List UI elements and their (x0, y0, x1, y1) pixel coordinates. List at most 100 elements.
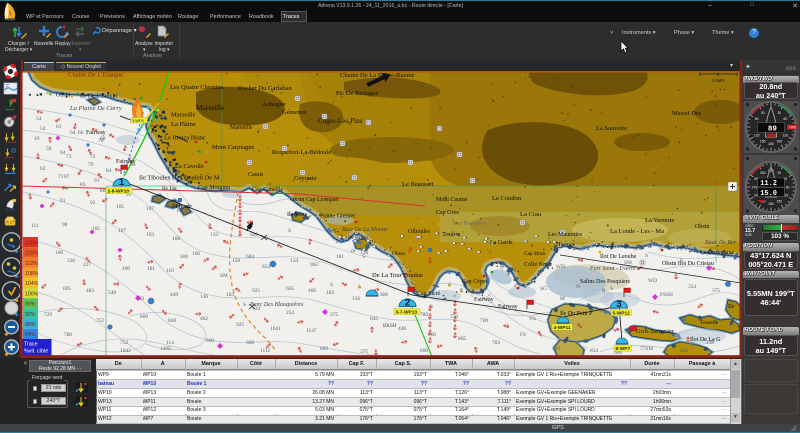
svg-text:608: 608 (246, 340, 254, 346)
svg-text:Obstn: Obstn (695, 224, 709, 230)
svg-text:Ile Verte: Ile Verte (287, 212, 308, 218)
svg-text:Le Rouca Blanc: Le Rouca Blanc (164, 135, 206, 142)
svg-text:91: 91 (94, 178, 100, 184)
svg-text:448: 448 (398, 326, 406, 332)
svg-text:2.5MN: 2.5MN (711, 78, 724, 83)
svg-text:925: 925 (236, 322, 244, 328)
svg-text:77SM: 77SM (640, 346, 653, 352)
svg-text:854: 854 (262, 264, 270, 270)
svg-text:Ilot De La G: Ilot De La G (690, 337, 721, 343)
svg-text:4-WP11: 4-WP11 (554, 325, 571, 331)
svg-text:84: 84 (106, 168, 112, 174)
svg-text:800: 800 (206, 338, 214, 344)
svg-text:54: 54 (40, 126, 46, 132)
svg-text:270: 270 (751, 185, 757, 189)
svg-text:Cassis: Cassis (248, 172, 264, 178)
svg-text:Obstn: Obstn (56, 93, 70, 99)
svg-text:925: 925 (252, 288, 260, 294)
svg-text:La Crau: La Crau (520, 211, 542, 218)
svg-text:Cap Sicié: Cap Sicié (417, 291, 440, 297)
svg-text:120: 120 (753, 134, 759, 138)
svg-text:107: 107 (146, 206, 154, 212)
svg-text:800: 800 (140, 314, 148, 320)
svg-text:49: 49 (34, 136, 40, 142)
svg-text:150: 150 (759, 140, 765, 144)
svg-text:Massif Des: Massif Des (672, 110, 702, 117)
svg-text:Ollioules: Ollioules (408, 229, 431, 235)
svg-text:660: 660 (428, 332, 436, 338)
svg-text:158: 158 (232, 258, 240, 264)
svg-text:M: M (560, 296, 565, 302)
svg-text:SM: SM (180, 254, 188, 260)
svg-text:Les Quatre Chemins: Les Quatre Chemins (170, 84, 224, 91)
svg-text:92: 92 (90, 200, 96, 206)
svg-text:120: 120 (782, 134, 788, 138)
svg-text:Trace: Trace (24, 342, 38, 348)
svg-text:700: 700 (480, 318, 488, 324)
svg-text:Marseille: Marseille (196, 103, 225, 112)
svg-text:61: 61 (56, 124, 62, 130)
svg-text:96%: 96% (25, 302, 36, 308)
svg-text:Pointe Grenier: Pointe Grenier (320, 214, 355, 220)
svg-text:104%: 104% (25, 281, 39, 287)
svg-text:780: 780 (420, 312, 428, 318)
svg-text:227: 227 (83, 262, 91, 268)
svg-text:88%: 88% (25, 322, 36, 328)
svg-text:91: 91 (60, 198, 66, 204)
svg-text:112%: 112% (25, 261, 38, 267)
svg-text:108: 108 (55, 250, 63, 256)
svg-text:181: 181 (147, 266, 155, 272)
svg-text:66: 66 (78, 130, 84, 136)
svg-text:2: 2 (405, 298, 410, 309)
svg-text:89: 89 (767, 126, 777, 134)
svg-text:120%: 120% (25, 240, 39, 246)
svg-text:1490: 1490 (160, 346, 171, 352)
svg-text:446: 446 (680, 348, 688, 354)
svg-text:64: 64 (60, 150, 66, 156)
svg-text:Chaine De La Sainte-Baume: Chaine De La Sainte-Baume (340, 72, 415, 79)
svg-text:Aubagne: Aubagne (262, 101, 286, 108)
svg-text:98: 98 (62, 222, 68, 228)
svg-text:La Fourmigue: La Fourmigue (700, 250, 734, 256)
svg-text:Moyade: Moyade (172, 204, 192, 210)
svg-text:Ile Jau: Ile Jau (162, 186, 177, 192)
svg-text:WD: WD (648, 278, 657, 284)
svg-text:La Plaine De Carry: La Plaine De Carry (69, 105, 122, 112)
svg-text:La Sauvette: La Sauvette (596, 125, 627, 132)
svg-text:Roquefort-La-Bédoule: Roquefort-La-Bédoule (272, 149, 331, 156)
svg-text:375: 375 (712, 288, 720, 294)
svg-text:107: 107 (118, 228, 126, 234)
svg-text:Cap Canaille: Cap Canaille (252, 187, 283, 193)
svg-text:752: 752 (96, 318, 104, 324)
svg-text:183: 183 (326, 290, 334, 296)
svg-text:73: 73 (66, 154, 72, 160)
svg-text:Cap Gros: Cap Gros (436, 210, 459, 216)
svg-text:58: 58 (46, 146, 52, 152)
svg-text:809: 809 (320, 346, 328, 352)
svg-text:Toulon: Toulon (442, 231, 461, 238)
svg-text:156: 156 (352, 296, 360, 302)
svg-text:483: 483 (86, 288, 94, 294)
svg-text:695: 695 (63, 286, 71, 292)
svg-text:Obstn: Obstn (392, 251, 405, 257)
svg-text:15.0: 15.0 (760, 190, 777, 198)
svg-text:88: 88 (100, 188, 106, 194)
svg-text:S: S (330, 282, 333, 288)
svg-text:780: 780 (64, 332, 72, 338)
svg-text:Ile: Ile (728, 304, 735, 310)
svg-text:783: 783 (492, 340, 500, 346)
svg-text:Baie De La Moutte: Baie De La Moutte (342, 227, 388, 233)
svg-text:Rocher Du Garlaban: Rocher Du Garlaban (238, 85, 293, 92)
svg-text:146: 146 (200, 294, 208, 300)
svg-text:30: 30 (777, 171, 781, 175)
svg-text:100%: 100% (25, 291, 39, 297)
svg-text:60: 60 (754, 117, 758, 121)
svg-text:Ile Tiboulen (L Tiboulen De M: Ile Tiboulen (L Tiboulen De M (139, 175, 220, 182)
svg-text:103: 103 (146, 232, 154, 238)
svg-text:3-7-WP13: 3-7-WP13 (396, 309, 418, 315)
svg-text:Le Brusc: Le Brusc (348, 235, 369, 241)
svg-text:De La Tour Fondue: De La Tour Fondue (372, 272, 423, 279)
svg-text:Le Coudon: Le Coudon (492, 195, 522, 202)
svg-text:Cap Cépet: Cap Cépet (462, 279, 487, 285)
svg-text:150: 150 (776, 140, 782, 144)
